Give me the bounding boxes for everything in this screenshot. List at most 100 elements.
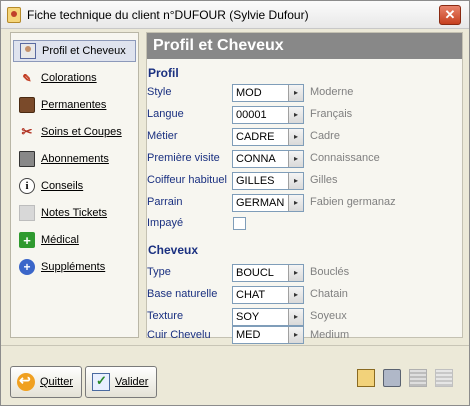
parrain-combo[interactable]: GERMAN ▸: [232, 194, 304, 212]
sidebar-nav: Profil et Cheveux ✎ Colorations Permanen…: [10, 32, 139, 338]
sidebar-item-notes-tickets[interactable]: Notes Tickets: [13, 202, 136, 224]
field-label-premiere-visite: Première visite: [147, 152, 220, 164]
field-label-type: Type: [147, 266, 171, 278]
combo-arrow-icon[interactable]: ▸: [288, 151, 303, 167]
combo-arrow-icon[interactable]: ▸: [288, 309, 303, 325]
combo-value: CONNA: [236, 153, 276, 165]
texture-description: Soyeux: [310, 310, 347, 322]
panel-title: Profil et Cheveux: [147, 33, 462, 59]
metier-combo[interactable]: CADRE ▸: [232, 128, 304, 146]
color-palette-icon: ✎: [22, 72, 32, 85]
cuir-chevelu-combo[interactable]: MED ▸: [232, 326, 304, 344]
section-title-profil: Profil: [148, 66, 179, 80]
combo-arrow-icon[interactable]: ▸: [288, 195, 303, 211]
sidebar-item-label: Médical: [41, 234, 79, 246]
combo-value: 00001: [236, 109, 267, 121]
scissors-icon: ✂: [21, 124, 33, 139]
combo-arrow-icon[interactable]: ▸: [288, 107, 303, 123]
combo-arrow-icon[interactable]: ▸: [288, 129, 303, 145]
section-title-cheveux: Cheveux: [148, 243, 199, 257]
field-label-base-naturelle: Base naturelle: [147, 288, 218, 300]
combo-value: MED: [236, 329, 261, 341]
footer-divider: [1, 345, 469, 346]
sidebar-item-medical[interactable]: + Médical: [13, 229, 136, 251]
sidebar-item-label: Soins et Coupes: [41, 126, 122, 138]
combo-arrow-icon[interactable]: ▸: [288, 85, 303, 101]
sidebar-item-abonnements[interactable]: Abonnements: [13, 148, 136, 170]
validate-button[interactable]: Valider: [85, 366, 157, 398]
subscription-icon: [19, 151, 35, 167]
premiere-visite-combo[interactable]: CONNA ▸: [232, 150, 304, 168]
sidebar-item-label: Colorations: [41, 72, 97, 84]
app-icon: [7, 7, 21, 23]
combo-arrow-icon[interactable]: ▸: [288, 173, 303, 189]
window-title: Fiche technique du client n°DUFOUR (Sylv…: [27, 8, 309, 22]
combo-value: BOUCL: [236, 267, 274, 279]
field-label-impaye: Impayé: [147, 217, 184, 229]
exit-arrow-icon: [17, 372, 35, 391]
sidebar-item-supplements[interactable]: + Suppléments: [13, 256, 136, 278]
texture-combo[interactable]: SOY ▸: [232, 308, 304, 326]
type-combo[interactable]: BOUCL ▸: [232, 264, 304, 282]
combo-value: GERMAN: [236, 197, 285, 209]
sidebar-item-label: Notes Tickets: [41, 207, 108, 219]
type-description: Bouclés: [310, 266, 350, 278]
info-icon: i: [19, 178, 35, 194]
validate-check-icon: [92, 373, 110, 391]
combo-arrow-icon[interactable]: ▸: [288, 327, 303, 343]
parrain-description: Fabien germanaz: [310, 196, 396, 208]
sidebar-item-label: Permanentes: [41, 99, 107, 111]
field-label-texture: Texture: [147, 310, 184, 322]
hair-photo-icon: [19, 97, 35, 113]
sidebar-item-soins-coupes[interactable]: ✂ Soins et Coupes: [13, 121, 136, 143]
sidebar-item-conseils[interactable]: i Conseils: [13, 175, 136, 197]
profile-icon: [20, 43, 36, 59]
base-naturelle-combo[interactable]: CHAT ▸: [232, 286, 304, 304]
notes-icon: [19, 205, 35, 221]
quit-button-label: Quitter: [40, 376, 74, 388]
combo-value: SOY: [236, 311, 260, 323]
combo-value: CHAT: [236, 289, 266, 301]
coiffeur-combo[interactable]: GILLES ▸: [232, 172, 304, 190]
sidebar-item-label: Suppléments: [41, 261, 106, 273]
combo-value: GILLES: [236, 175, 275, 187]
style-description: Moderne: [310, 86, 354, 98]
sidebar-item-label: Conseils: [41, 180, 84, 192]
style-combo[interactable]: MOD ▸: [232, 84, 304, 102]
sidebar-item-profil-cheveux[interactable]: Profil et Cheveux: [13, 40, 136, 62]
field-label-parrain: Parrain: [147, 196, 183, 208]
premiere-visite-description: Connaissance: [310, 152, 380, 164]
validate-button-label: Valider: [115, 376, 149, 388]
combo-value: CADRE: [236, 131, 275, 143]
sidebar-item-label: Profil et Cheveux: [42, 45, 126, 57]
langue-description: Français: [310, 108, 353, 120]
field-label-langue: Langue: [147, 108, 184, 120]
field-label-metier: Métier: [147, 130, 178, 142]
base-naturelle-description: Chatain: [310, 288, 348, 300]
langue-combo[interactable]: 00001 ▸: [232, 106, 304, 124]
notes-icon[interactable]: [357, 369, 375, 387]
close-button[interactable]: ✕: [439, 5, 461, 25]
coiffeur-description: Gilles: [310, 174, 338, 186]
metier-description: Cadre: [310, 130, 340, 142]
combo-arrow-icon[interactable]: ▸: [288, 287, 303, 303]
combo-value: MOD: [236, 87, 262, 99]
sidebar-item-label: Abonnements: [41, 153, 109, 165]
title-bar: Fiche technique du client n°DUFOUR (Sylv…: [1, 1, 469, 29]
combo-arrow-icon[interactable]: ▸: [288, 265, 303, 281]
plus-icon: +: [19, 259, 35, 275]
cuir-chevelu-description: Medium: [310, 329, 350, 341]
impaye-checkbox[interactable]: [233, 217, 246, 230]
app-window: Fiche technique du client n°DUFOUR (Sylv…: [0, 0, 470, 406]
field-label-coiffeur: Coiffeur habituel: [147, 174, 227, 186]
document-icon[interactable]: [409, 369, 427, 387]
medical-cross-icon: +: [19, 232, 35, 248]
document-list-icon[interactable]: [435, 369, 453, 387]
field-label-style: Style: [147, 86, 172, 98]
field-label-cuir-chevelu: Cuir Chevelu: [147, 329, 211, 341]
sidebar-item-permanentes[interactable]: Permanentes: [13, 94, 136, 116]
main-panel: Profil et Cheveux Profil Style MOD ▸ Mod…: [146, 32, 463, 344]
print-icon[interactable]: [383, 369, 401, 387]
quit-button[interactable]: Quitter: [10, 366, 82, 398]
sidebar-item-colorations[interactable]: ✎ Colorations: [13, 67, 136, 89]
